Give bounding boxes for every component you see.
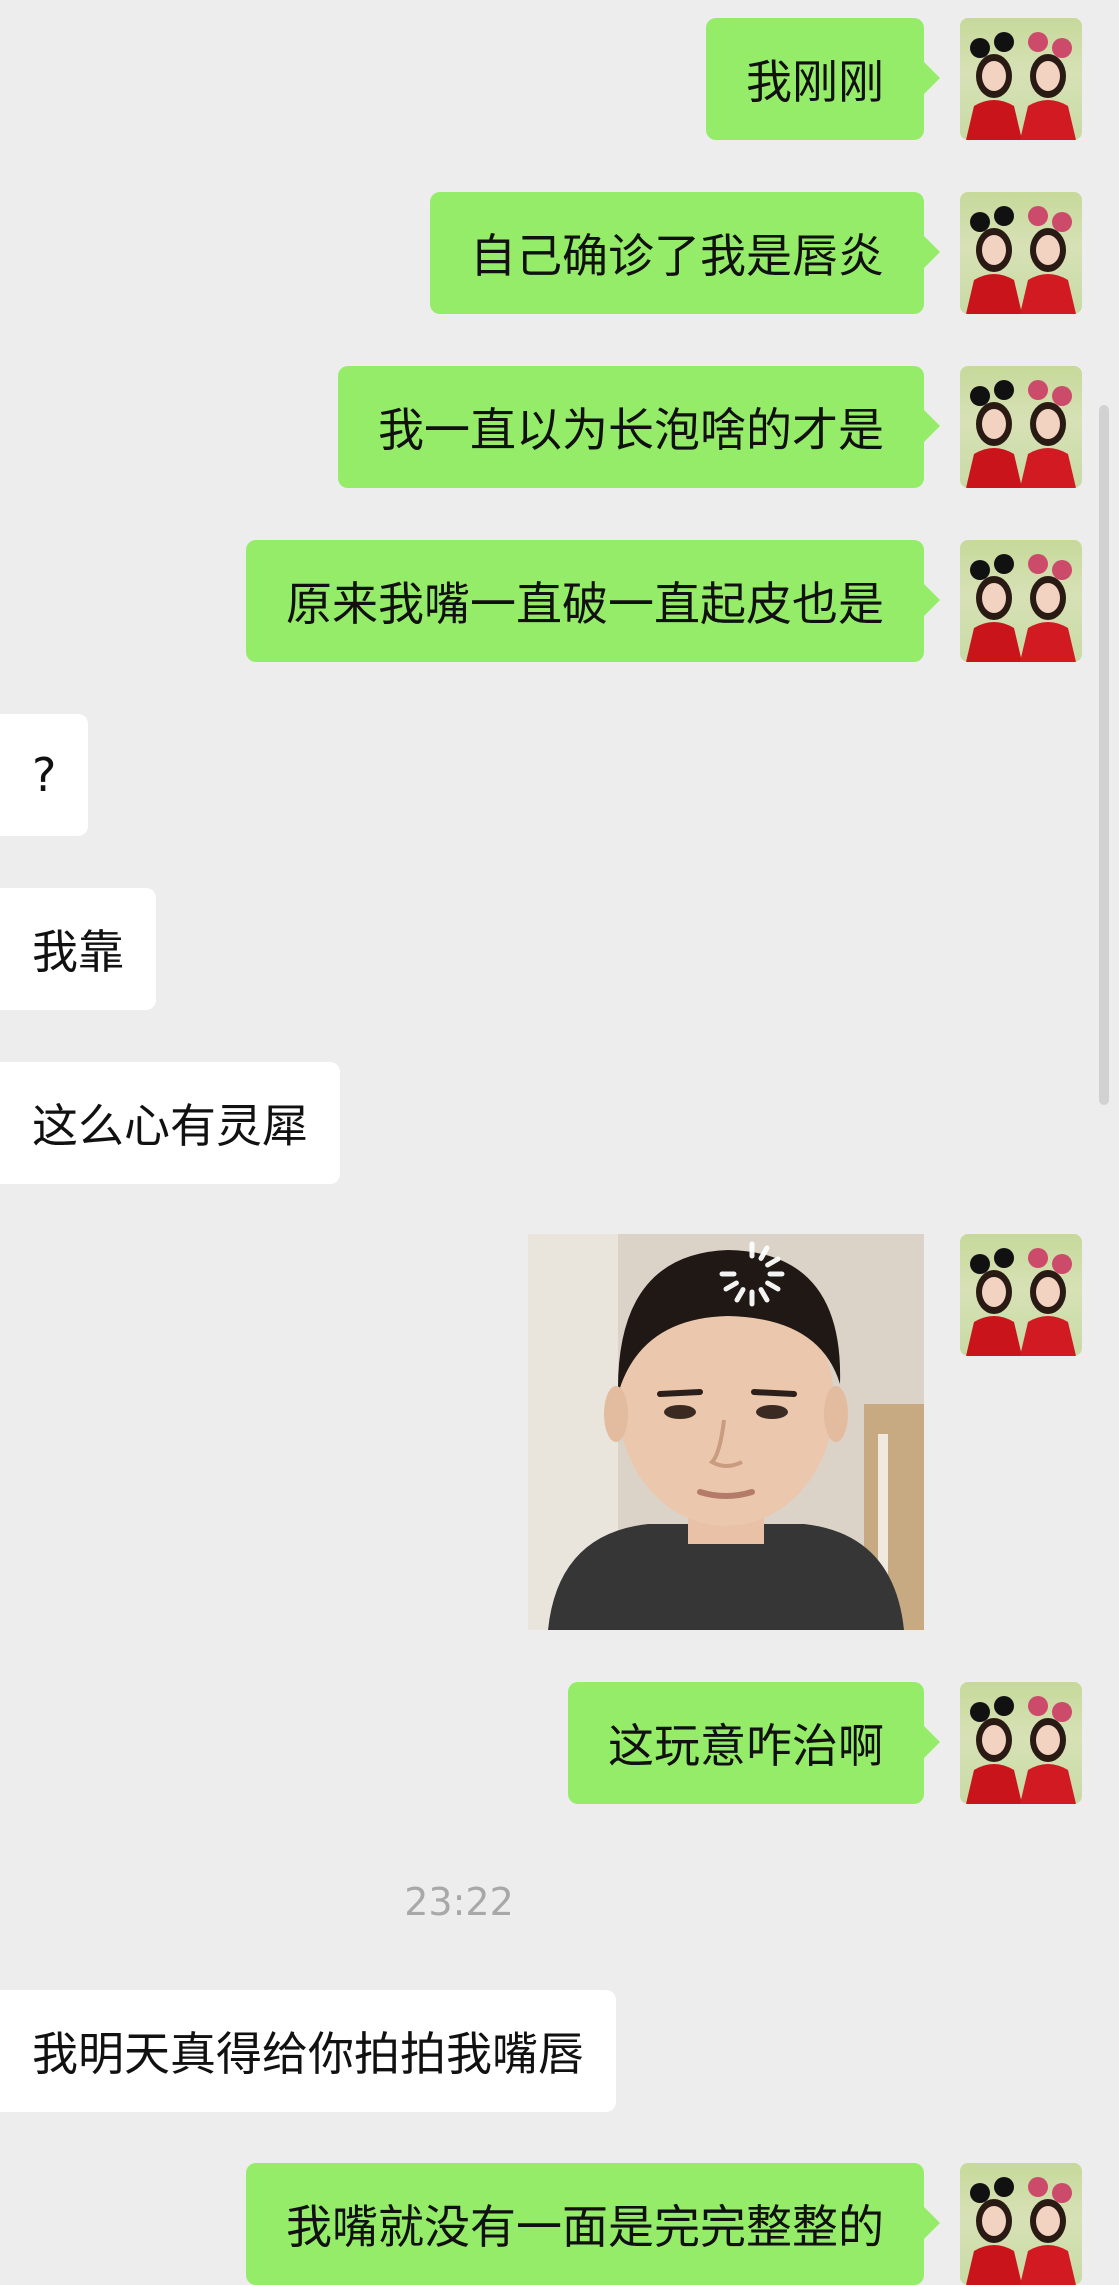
outgoing-image-message[interactable] bbox=[528, 1234, 924, 1630]
message-text: 我嘴就没有一面是完完整整的 bbox=[286, 2200, 884, 2254]
outgoing-message-bubble[interactable]: 自己确诊了我是唇炎 bbox=[430, 192, 940, 314]
message-text: 这么心有灵犀 bbox=[32, 1099, 308, 1153]
photo-image bbox=[528, 1234, 924, 1630]
user-avatar[interactable] bbox=[960, 1682, 1082, 1804]
incoming-message-bubble[interactable]: ? bbox=[0, 714, 89, 836]
avatar-image bbox=[966, 32, 1076, 140]
avatar-image bbox=[966, 380, 1076, 488]
message-text: 我靠 bbox=[32, 925, 124, 979]
outgoing-message-bubble[interactable]: 我嘴就没有一面是完完整整的 bbox=[246, 2163, 940, 2285]
user-avatar[interactable] bbox=[960, 192, 1082, 314]
message-text: 我刚刚 bbox=[746, 55, 884, 109]
avatar-image bbox=[966, 554, 1076, 662]
message-text: 这玩意咋治啊 bbox=[608, 1719, 884, 1773]
incoming-message-bubble[interactable]: 我靠 bbox=[0, 888, 156, 1010]
avatar-image bbox=[966, 1696, 1076, 1804]
avatar-image bbox=[966, 206, 1076, 314]
message-text: 原来我嘴一直破一直起皮也是 bbox=[286, 577, 884, 631]
user-avatar[interactable] bbox=[960, 2163, 1082, 2285]
user-avatar[interactable] bbox=[960, 18, 1082, 140]
message-timestamp: 23:22 bbox=[404, 1880, 514, 1924]
incoming-message-bubble[interactable]: 这么心有灵犀 bbox=[0, 1062, 340, 1184]
user-avatar[interactable] bbox=[960, 366, 1082, 488]
scrollbar[interactable] bbox=[1099, 405, 1109, 1105]
chat-message-list[interactable]: 我刚刚 自己确诊了我是唇炎 我一直以为长泡啥的才是 原来我嘴一直破一直起皮也是 … bbox=[0, 0, 1119, 2285]
message-text: ? bbox=[32, 748, 57, 802]
user-avatar[interactable] bbox=[960, 1234, 1082, 1356]
message-text: 我明天真得给你拍拍我嘴唇 bbox=[32, 2027, 584, 2081]
avatar-image bbox=[966, 1248, 1076, 1356]
avatar-image bbox=[966, 2177, 1076, 2285]
incoming-message-bubble[interactable]: 我明天真得给你拍拍我嘴唇 bbox=[0, 1990, 616, 2112]
outgoing-message-bubble[interactable]: 这玩意咋治啊 bbox=[568, 1682, 940, 1804]
user-avatar[interactable] bbox=[960, 540, 1082, 662]
message-text: 我一直以为长泡啥的才是 bbox=[378, 403, 884, 457]
outgoing-message-bubble[interactable]: 我一直以为长泡啥的才是 bbox=[338, 366, 940, 488]
outgoing-message-bubble[interactable]: 我刚刚 bbox=[706, 18, 940, 140]
outgoing-message-bubble[interactable]: 原来我嘴一直破一直起皮也是 bbox=[246, 540, 940, 662]
message-text: 自己确诊了我是唇炎 bbox=[470, 229, 884, 283]
